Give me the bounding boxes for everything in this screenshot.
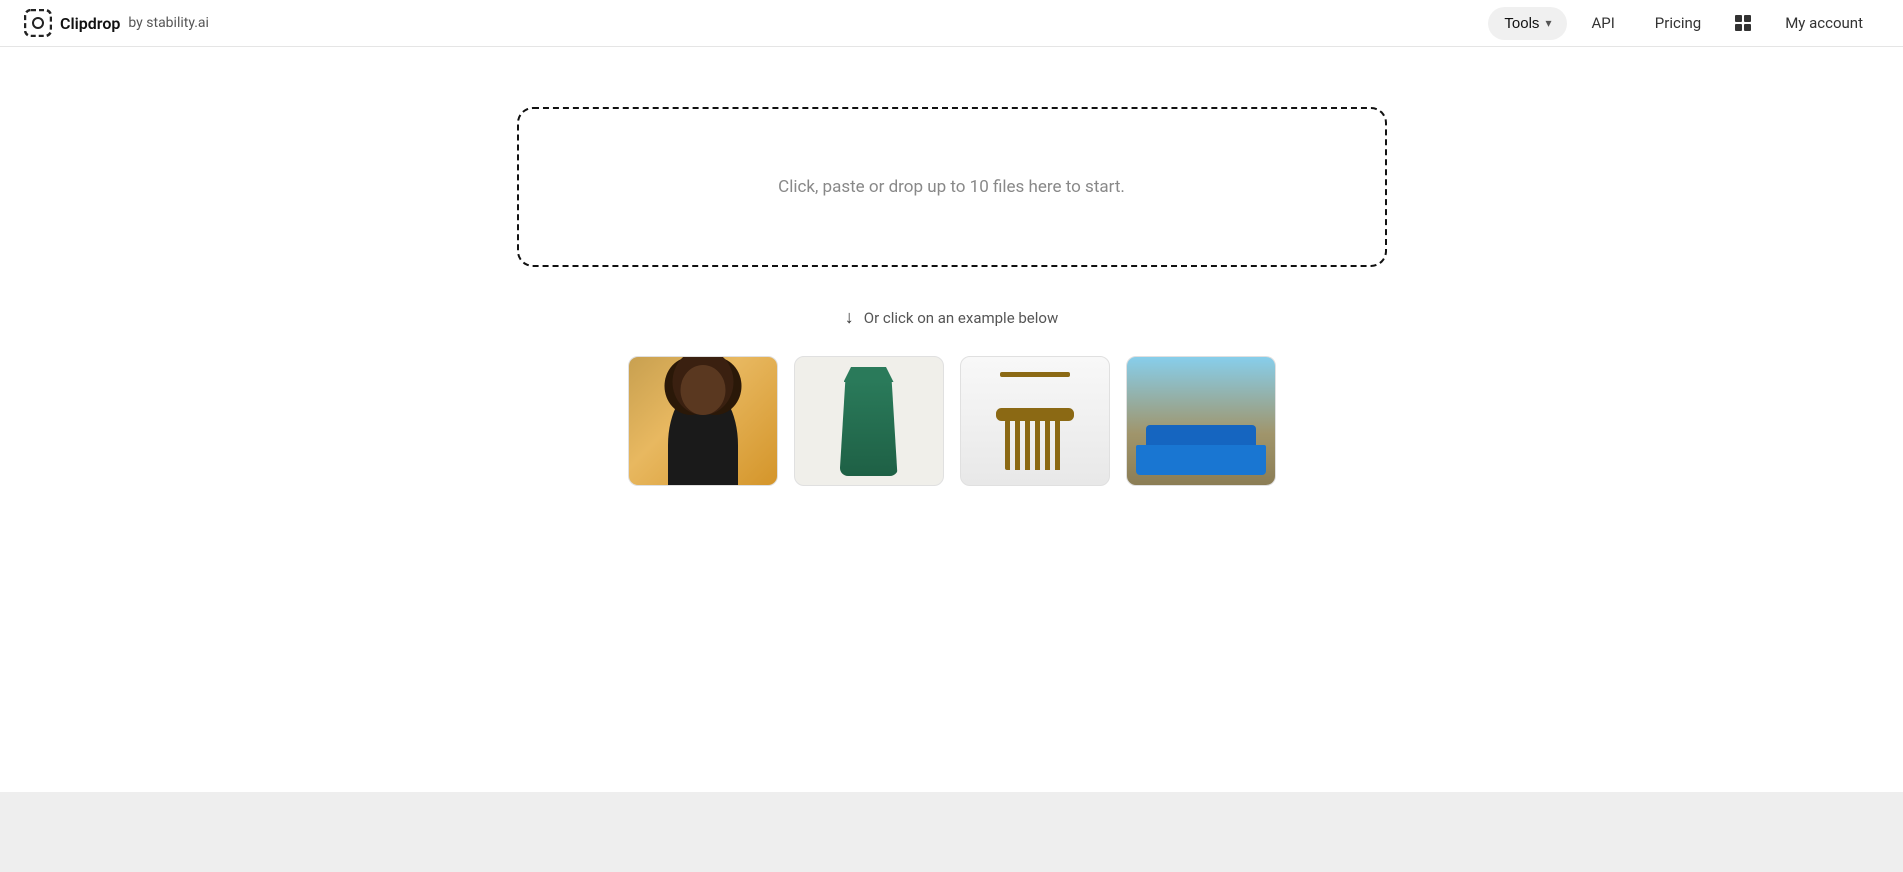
- api-link[interactable]: API: [1575, 6, 1630, 40]
- api-label: API: [1591, 14, 1614, 32]
- main-content: Click, paste or drop up to 10 files here…: [0, 47, 1903, 792]
- example-section: ↓ Or click on an example below: [628, 307, 1276, 486]
- chevron-down-icon: ▾: [1545, 16, 1551, 30]
- example-image-car[interactable]: [1126, 356, 1276, 486]
- example-label-text: Or click on an example below: [864, 309, 1058, 327]
- brand-subtitle: by stability.ai: [128, 15, 209, 31]
- brand-name: Clipdrop: [60, 14, 120, 33]
- footer-spacer: [0, 792, 1903, 872]
- example-images-container: [628, 356, 1276, 486]
- my-account-link[interactable]: My account: [1769, 6, 1879, 40]
- clipdrop-logo-icon: [24, 9, 52, 37]
- tools-button[interactable]: Tools ▾: [1488, 7, 1567, 40]
- example-image-person[interactable]: [628, 356, 778, 486]
- menu-icon-button[interactable]: [1725, 5, 1761, 41]
- navbar-right: Tools ▾ API Pricing My account: [1488, 5, 1879, 41]
- example-label-container: ↓ Or click on an example below: [845, 307, 1058, 328]
- down-arrow-icon: ↓: [845, 307, 854, 328]
- navbar: Clipdrop by stability.ai Tools ▾ API Pri…: [0, 0, 1903, 47]
- drop-zone-text: Click, paste or drop up to 10 files here…: [778, 177, 1125, 197]
- drop-zone[interactable]: Click, paste or drop up to 10 files here…: [517, 107, 1387, 267]
- tools-label: Tools: [1504, 15, 1539, 32]
- my-account-label: My account: [1785, 14, 1863, 32]
- pricing-label: Pricing: [1655, 14, 1701, 32]
- grid-icon: [1733, 13, 1753, 33]
- example-image-dress[interactable]: [794, 356, 944, 486]
- brand-logo-link[interactable]: Clipdrop by stability.ai: [24, 9, 1488, 37]
- pricing-link[interactable]: Pricing: [1639, 6, 1717, 40]
- example-image-chair[interactable]: [960, 356, 1110, 486]
